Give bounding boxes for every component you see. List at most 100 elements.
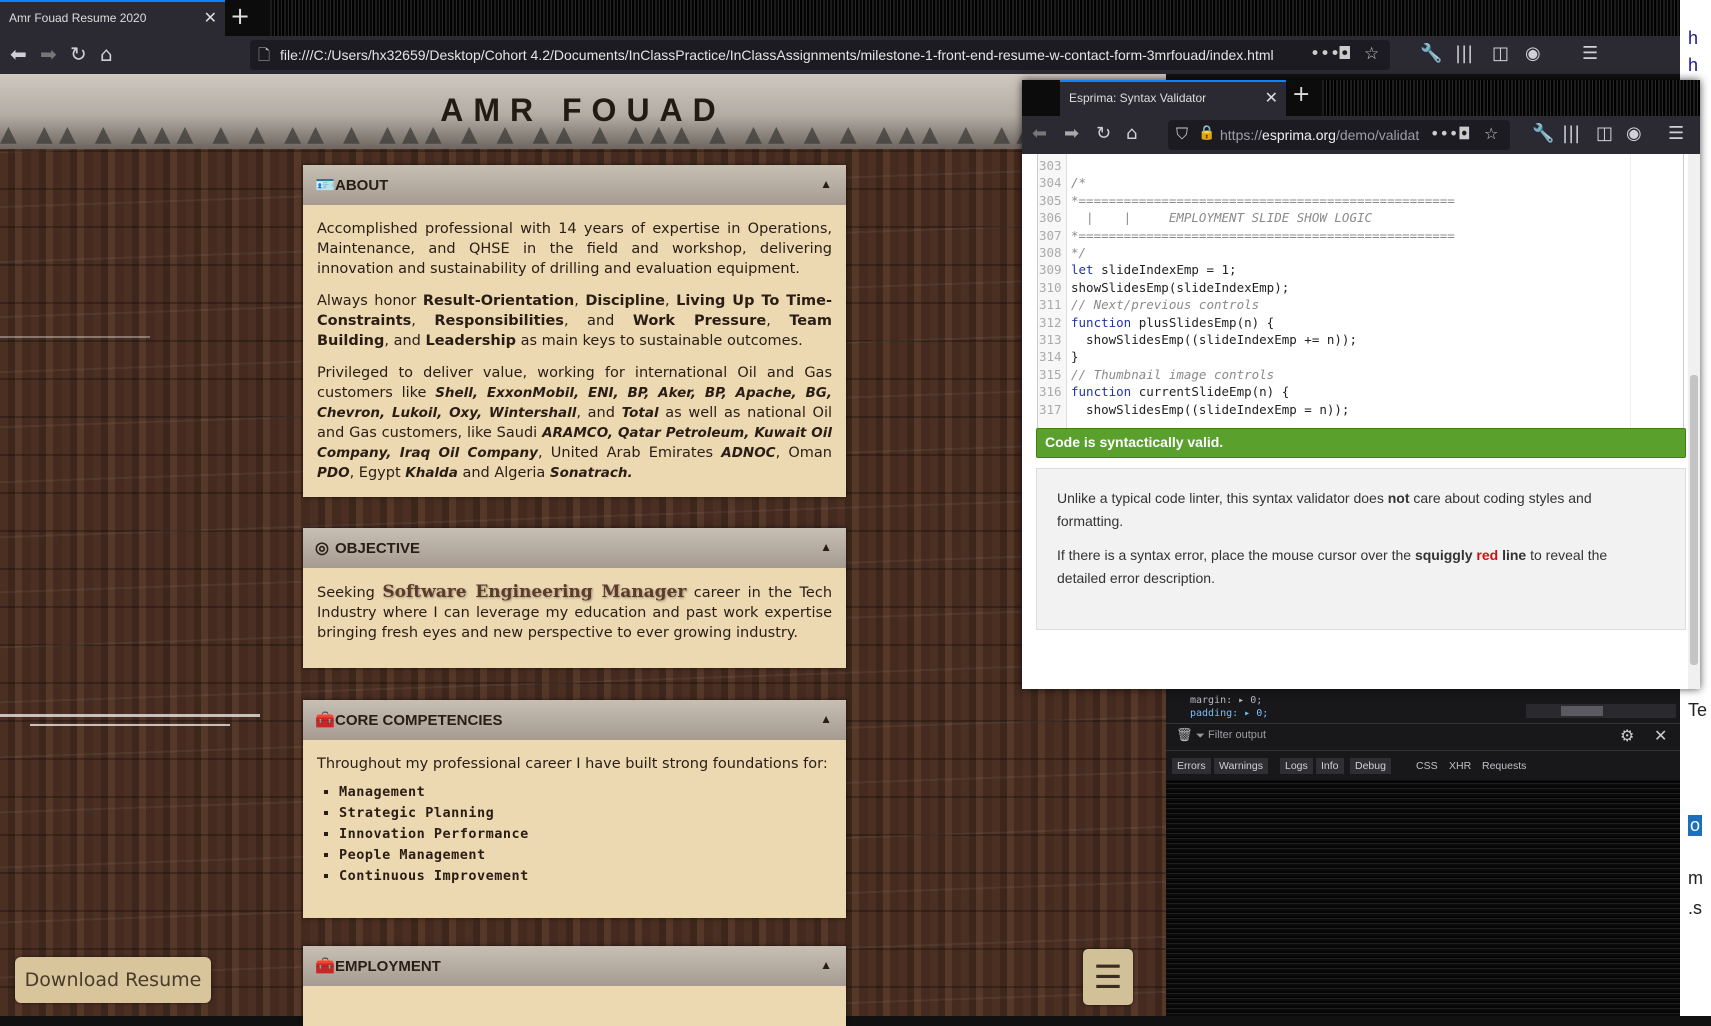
code-text: // Thumbnail image controls [1071, 367, 1274, 382]
code-token: *=======================================… [1071, 227, 1455, 243]
code-text: function currentSlideEmp(n) { [1071, 384, 1289, 399]
close-icon[interactable]: ✕ [1654, 726, 1667, 745]
main-nav-bar: ⬅ ➡ ↻ ⌂ 🗋 file:///C:/Users/hx32659/Deskt… [0, 36, 1680, 74]
code-line: 312 function plusSlidesEmp(n) { [1038, 315, 1683, 334]
code-token: let [1071, 262, 1102, 278]
bookmark-star-icon[interactable]: ☆ [1364, 44, 1379, 64]
account-icon[interactable]: ◉ [1525, 43, 1541, 64]
list-item: Innovation Performance [339, 824, 832, 845]
esprima-window: Esprima: Syntax Validator ✕ + ⬅ ➡ ↻ ⌂ ⛉ … [1022, 80, 1700, 689]
code-line: 304 /* [1038, 175, 1683, 194]
console-output-area [1166, 780, 1680, 1016]
filter-warnings[interactable]: Warnings [1214, 758, 1268, 774]
about-header[interactable]: 🪪 ABOUT ▲ [303, 165, 846, 205]
code-token: showSlidesEmp((slideIndexEmp = n)); [1071, 401, 1350, 417]
code-token: currentSlideEmp(n) { [1138, 384, 1290, 400]
home-icon[interactable]: ⌂ [1126, 123, 1137, 144]
close-tab-icon[interactable]: ✕ [1265, 88, 1278, 107]
new-tab-icon[interactable]: + [1292, 82, 1310, 107]
library-icon[interactable]: ||| [1562, 123, 1580, 144]
code-token: function [1071, 314, 1139, 330]
code-line: 313 showSlidesEmp((slideIndexEmp += n)); [1038, 332, 1683, 351]
tab-resume[interactable]: Amr Fouad Resume 2020 ✕ [0, 0, 225, 36]
filter-logs[interactable]: Logs [1280, 758, 1313, 774]
emphasis: not [1387, 490, 1410, 506]
tab-esprima[interactable]: Esprima: Syntax Validator ✕ [1060, 80, 1286, 116]
edge-text: Te [1688, 700, 1708, 720]
home-icon[interactable]: ⌂ [100, 42, 113, 66]
reload-icon[interactable]: ↻ [1096, 123, 1111, 144]
page-scrollbar-thumb[interactable] [1690, 375, 1698, 665]
url-prefix: https:// [1220, 127, 1263, 143]
text: and Algeria [462, 465, 546, 481]
close-tab-icon[interactable]: ✕ [204, 8, 217, 27]
filter-output-input[interactable]: Filter output [1208, 729, 1266, 741]
line-number: 304 [1039, 175, 1062, 191]
line-number: 310 [1039, 279, 1062, 295]
collapse-caret-icon[interactable]: ▲ [820, 958, 832, 972]
lock-icon[interactable]: 🔒 [1198, 125, 1215, 141]
forward-icon[interactable]: ➡ [1064, 123, 1079, 144]
page-actions-icon[interactable]: ••• [1310, 44, 1340, 64]
wrench-icon[interactable]: 🔧 [1420, 43, 1442, 64]
sidebar-icon[interactable]: ◫ [1596, 123, 1613, 144]
briefcase-icon: 🧰 [315, 712, 335, 729]
hamburger-menu-icon[interactable]: ☰ [1582, 43, 1598, 64]
about-paragraph-1: Accomplished professional with 14 years … [317, 221, 832, 277]
account-icon[interactable]: ◉ [1626, 123, 1642, 144]
filter-requests[interactable]: Requests [1482, 760, 1526, 772]
code-token: showSlidesEmp(slideIndexEmp); [1071, 279, 1290, 295]
validation-status-bar: Code is syntactically valid. [1036, 428, 1686, 458]
back-icon[interactable]: ⬅ [10, 42, 27, 66]
competencies-body: Throughout my professional career I have… [303, 740, 846, 905]
tab-title: Esprima: Syntax Validator [1069, 91, 1207, 105]
edge-text: .s [1688, 898, 1703, 918]
employment-header[interactable]: 🧰 EMPLOYMENT ▲ [303, 946, 846, 986]
pocket-icon[interactable]: ◘ [1458, 124, 1471, 143]
page-icon: 🗋 [258, 46, 271, 64]
filter-xhr[interactable]: XHR [1449, 760, 1471, 772]
collapse-caret-icon[interactable]: ▲ [820, 177, 832, 191]
settings-gear-icon[interactable]: ⚙ [1620, 726, 1634, 745]
value: Responsibilities [434, 313, 564, 329]
scrollbar-thumb[interactable] [1561, 706, 1603, 716]
hamburger-menu-icon[interactable]: ☰ [1668, 123, 1684, 144]
bookmark-star-icon[interactable]: ☆ [1484, 124, 1498, 143]
list-item: Management [339, 782, 832, 803]
trash-icon[interactable]: 🗑 [1176, 728, 1193, 743]
competencies-header[interactable]: 🧰 CORE COMPETENCIES ▲ [303, 700, 846, 740]
library-icon[interactable]: ||| [1455, 43, 1473, 64]
download-resume-button[interactable]: Download Resume [15, 957, 211, 1003]
menu-button[interactable]: ☰ [1083, 949, 1133, 1005]
reload-icon[interactable]: ↻ [70, 42, 87, 66]
url-bar[interactable]: ⛉ 🔒 https://esprima.org/demo/validat •••… [1168, 120, 1510, 150]
collapse-caret-icon[interactable]: ▲ [820, 540, 832, 554]
filter-errors[interactable]: Errors [1172, 758, 1211, 774]
wrench-icon[interactable]: 🔧 [1532, 123, 1554, 144]
page-actions-icon[interactable]: ••• [1430, 124, 1458, 143]
code-token: | | EMPLOYMENT SLIDE SHOW LOGIC [1071, 210, 1373, 226]
front-tab-bar: Esprima: Syntax Validator ✕ + [1022, 80, 1700, 116]
line-number: 309 [1039, 262, 1062, 278]
line-number: 312 [1039, 314, 1062, 330]
tab-bar-background [1322, 80, 1700, 116]
url-bar[interactable]: 🗋 file:///C:/Users/hx32659/Desktop/Cohor… [250, 40, 1390, 70]
objective-header[interactable]: ◎ OBJECTIVE ▲ [303, 528, 846, 568]
shield-icon[interactable]: ⛉ [1176, 124, 1188, 144]
pocket-icon[interactable]: ◘ [1338, 44, 1351, 64]
about-title: ABOUT [335, 177, 389, 194]
code-editor[interactable]: 303 304 /* 305 *============================… [1037, 154, 1684, 445]
collapse-caret-icon[interactable]: ▲ [820, 712, 832, 726]
briefcase-icon: 🧰 [315, 958, 335, 975]
url-text: https://esprima.org/demo/validat [1220, 127, 1419, 143]
sidebar-icon[interactable]: ◫ [1492, 43, 1509, 64]
about-paragraph-3: Privileged to deliver value, working for… [317, 363, 832, 483]
back-icon[interactable]: ⬅ [1032, 123, 1047, 144]
new-tab-icon[interactable]: + [230, 2, 250, 30]
filter-info[interactable]: Info [1316, 758, 1344, 774]
forward-icon[interactable]: ➡ [40, 42, 57, 66]
list-item: Continuous Improvement [339, 866, 832, 887]
filter-debug[interactable]: Debug [1350, 758, 1391, 774]
value: Result-Orientation [422, 293, 575, 309]
filter-css[interactable]: CSS [1416, 760, 1438, 772]
